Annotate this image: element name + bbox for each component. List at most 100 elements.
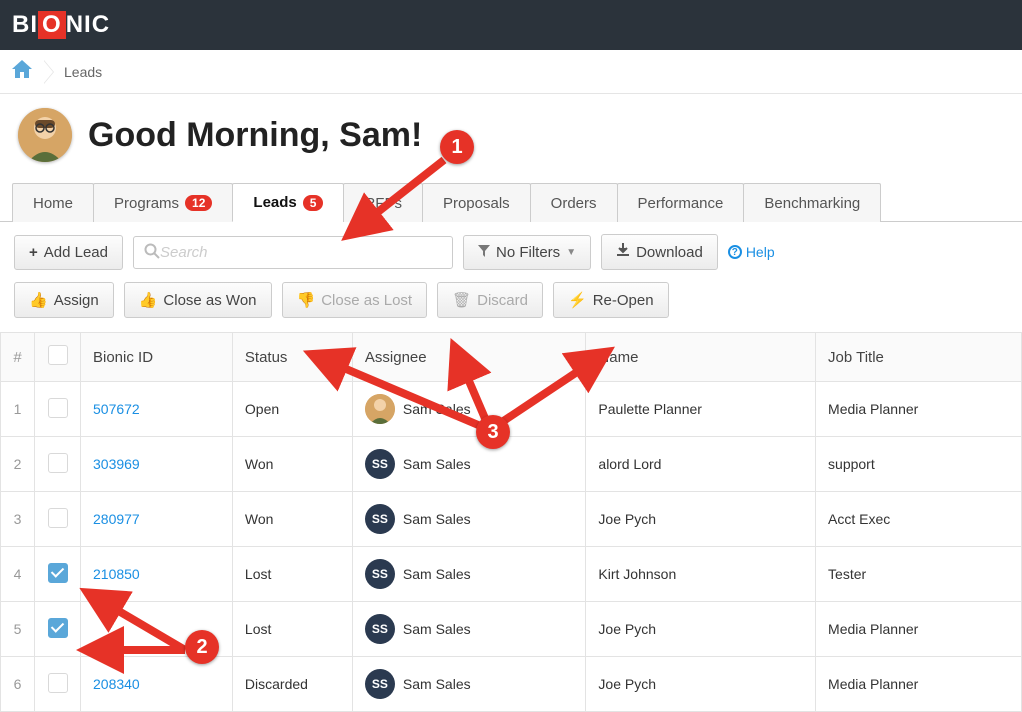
breadcrumb-label[interactable]: Leads	[64, 64, 102, 80]
name-cell: Kirt Johnson	[586, 547, 816, 602]
col-job[interactable]: Job Title	[816, 333, 1022, 382]
col-name[interactable]: Name	[586, 333, 816, 382]
caret-down-icon: ▼	[566, 247, 576, 258]
toolbar-primary: + Add Lead No Filters ▼ Download ? Help	[0, 222, 1022, 282]
row-num: 3	[1, 492, 35, 547]
tab-orders[interactable]: Orders	[530, 183, 618, 222]
tab-performance[interactable]: Performance	[617, 183, 745, 222]
tab-label: Leads	[253, 194, 296, 211]
tab-home[interactable]: Home	[12, 183, 94, 222]
breadcrumb: Leads	[0, 50, 1022, 94]
status-cell: Won	[232, 437, 352, 492]
assignee-avatar: SS	[365, 614, 395, 644]
table-row[interactable]: 4210850LostSSSam SalesKirt JohnsonTester	[1, 547, 1022, 602]
assignee-name: Sam Sales	[403, 511, 471, 527]
row-checkbox[interactable]	[48, 508, 68, 528]
row-num: 1	[1, 382, 35, 437]
job-cell: Acct Exec	[816, 492, 1022, 547]
search-input-wrap[interactable]	[133, 236, 453, 269]
assignee-name: Sam Sales	[403, 456, 471, 472]
discard-button[interactable]: 🗑 Discard	[437, 282, 543, 318]
trash-icon: 🗑	[452, 291, 471, 309]
row-num: 6	[1, 657, 35, 712]
col-id[interactable]: Bionic ID	[81, 333, 233, 382]
home-icon[interactable]	[10, 58, 34, 86]
row-checkbox[interactable]	[48, 618, 68, 638]
lead-id-link[interactable]: 208340	[93, 676, 140, 692]
app-logo: BIONIC	[12, 11, 110, 39]
status-cell: Lost	[232, 547, 352, 602]
tab-benchmarking[interactable]: Benchmarking	[743, 183, 881, 222]
table-row[interactable]: 6208340DiscardedSSSam SalesJoe PychMedia…	[1, 657, 1022, 712]
assignee-name: Sam Sales	[403, 676, 471, 692]
download-button[interactable]: Download	[601, 234, 718, 270]
lead-id-link[interactable]: 507672	[93, 401, 140, 417]
tab-leads[interactable]: Leads 5	[232, 183, 344, 222]
status-cell: Lost	[232, 602, 352, 657]
assignee-avatar: SS	[365, 504, 395, 534]
job-cell: Media Planner	[816, 657, 1022, 712]
name-cell: alord Lord	[586, 437, 816, 492]
help-link[interactable]: ? Help	[728, 244, 775, 260]
table-row[interactable]: 1 507672 Open Sam Sales Paulette PlannerMedi…	[1, 382, 1022, 437]
job-cell: Media Planner	[816, 602, 1022, 657]
thumbs-down-icon: 👎	[297, 291, 316, 309]
thumbs-up-icon: 👍	[29, 291, 48, 309]
tab-label: Orders	[551, 195, 597, 212]
tab-rfps[interactable]: RFPs	[343, 183, 423, 222]
download-icon	[616, 243, 630, 261]
tab-badge: 5	[303, 195, 324, 211]
row-checkbox[interactable]	[48, 398, 68, 418]
lead-id-link[interactable]: 303969	[93, 456, 140, 472]
breadcrumb-sep-icon	[44, 60, 54, 84]
name-cell: Joe Pych	[586, 657, 816, 712]
row-checkbox[interactable]	[48, 453, 68, 473]
table-row[interactable]: 3280977WonSSSam SalesJoe PychAcct Exec	[1, 492, 1022, 547]
thumbs-up-icon: 👍	[139, 291, 158, 309]
col-check[interactable]	[35, 333, 81, 382]
tab-label: Proposals	[443, 195, 510, 212]
filters-button[interactable]: No Filters ▼	[463, 235, 591, 270]
lead-id-link[interactable]: 210850	[93, 566, 140, 582]
row-checkbox[interactable]	[48, 673, 68, 693]
tab-programs[interactable]: Programs 12	[93, 183, 233, 222]
add-lead-button[interactable]: + Add Lead	[14, 235, 123, 270]
reopen-button[interactable]: ⚡ Re-Open	[553, 282, 669, 318]
close-lost-button[interactable]: 👎 Close as Lost	[282, 282, 428, 318]
job-cell: support	[816, 437, 1022, 492]
search-input[interactable]	[160, 244, 442, 261]
assignee-name: Sam Sales	[403, 401, 471, 417]
row-num: 2	[1, 437, 35, 492]
bolt-icon: ⚡	[568, 291, 587, 309]
status-cell: Open	[232, 382, 352, 437]
status-cell: Discarded	[232, 657, 352, 712]
topbar: BIONIC	[0, 0, 1022, 50]
assignee-name: Sam Sales	[403, 621, 471, 637]
greeting-text: Good Morning, Sam!	[88, 116, 422, 155]
tab-label: Home	[33, 195, 73, 212]
assign-button[interactable]: 👍 Assign	[14, 282, 114, 318]
job-cell: Media Planner	[816, 382, 1022, 437]
tab-label: Benchmarking	[764, 195, 860, 212]
tab-badge: 12	[185, 195, 212, 211]
name-cell: Paulette Planner	[586, 382, 816, 437]
tab-label: RFPs	[364, 195, 402, 212]
tab-proposals[interactable]: Proposals	[422, 183, 531, 222]
job-cell: Tester	[816, 547, 1022, 602]
col-num: #	[1, 333, 35, 382]
name-cell: Joe Pych	[586, 602, 816, 657]
table-row[interactable]: 2 303969 Won SS Sam Sales alord Lordsupport	[1, 437, 1022, 492]
col-status[interactable]: Status	[232, 333, 352, 382]
table-row[interactable]: 5LostSSSam SalesJoe PychMedia Planner	[1, 602, 1022, 657]
tab-label: Programs	[114, 195, 179, 212]
row-checkbox[interactable]	[48, 563, 68, 583]
lead-id-link[interactable]: 280977	[93, 511, 140, 527]
assignee-avatar: SS	[365, 559, 395, 589]
assignee-avatar: SS	[365, 449, 395, 479]
checkbox-all[interactable]	[48, 345, 68, 365]
row-num: 4	[1, 547, 35, 602]
close-won-button[interactable]: 👍 Close as Won	[124, 282, 272, 318]
col-assignee[interactable]: Assignee	[352, 333, 586, 382]
leads-table: # Bionic ID Status Assignee Name Job Tit…	[0, 332, 1022, 712]
name-cell: Joe Pych	[586, 492, 816, 547]
